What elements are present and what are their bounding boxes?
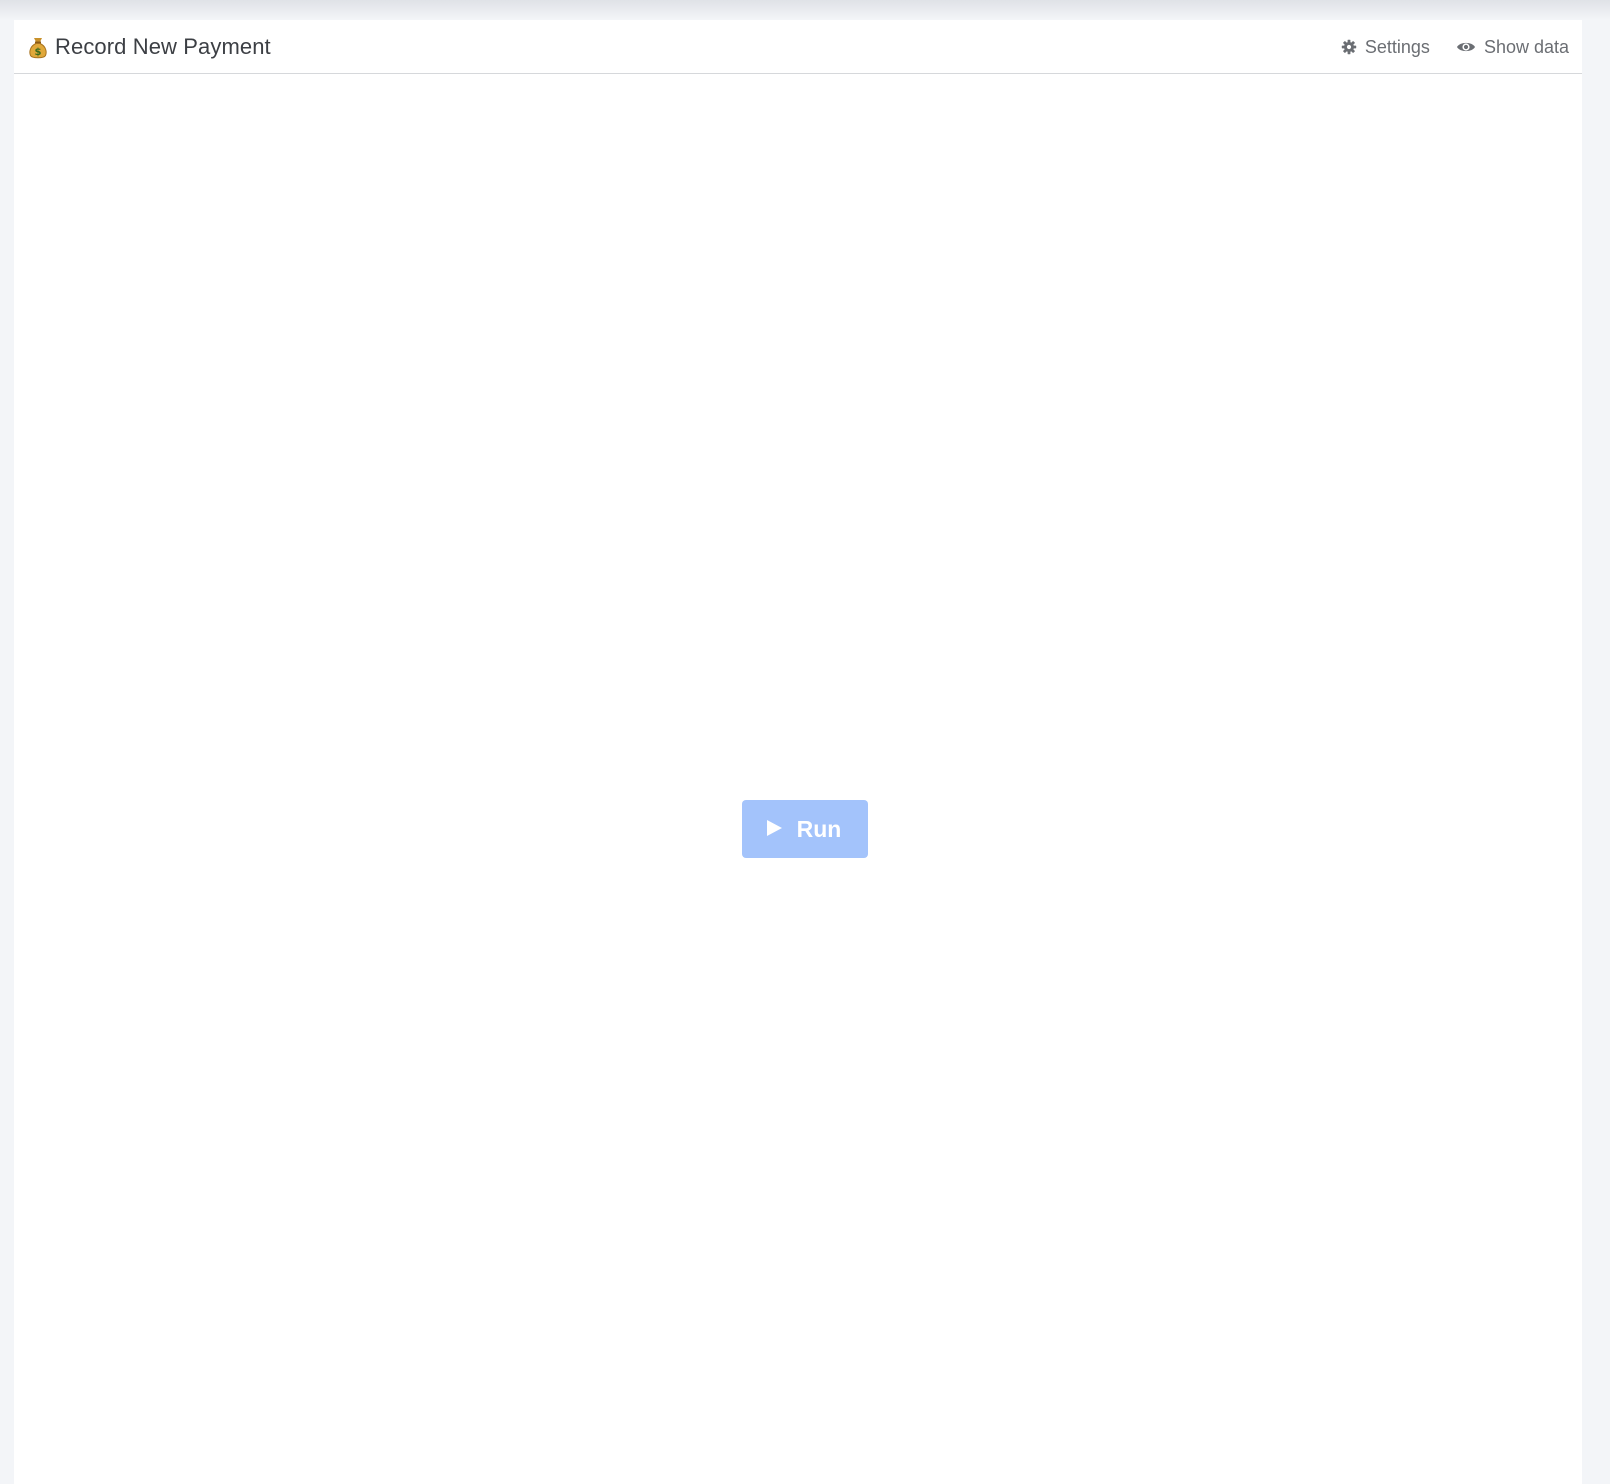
header-actions: Settings Show data bbox=[1341, 20, 1569, 74]
run-label: Run bbox=[796, 815, 842, 842]
show-data-button[interactable]: Show data bbox=[1456, 37, 1569, 58]
app-panel: $ Record New Payment Settings Show data … bbox=[14, 20, 1582, 1484]
top-shadow bbox=[0, 0, 1610, 20]
settings-button[interactable]: Settings bbox=[1341, 37, 1430, 58]
gear-icon bbox=[1341, 39, 1357, 55]
panel-header: $ Record New Payment Settings Show data bbox=[14, 20, 1582, 74]
page-title: Record New Payment bbox=[55, 34, 271, 59]
play-icon bbox=[765, 816, 783, 843]
svg-text:$: $ bbox=[35, 47, 42, 58]
settings-label: Settings bbox=[1364, 36, 1430, 57]
eye-icon bbox=[1456, 40, 1476, 54]
run-button[interactable]: Run bbox=[742, 800, 868, 858]
show-data-label: Show data bbox=[1483, 36, 1569, 57]
title-area: $ Record New Payment bbox=[28, 20, 271, 74]
money-bag-icon: $ bbox=[28, 36, 48, 59]
